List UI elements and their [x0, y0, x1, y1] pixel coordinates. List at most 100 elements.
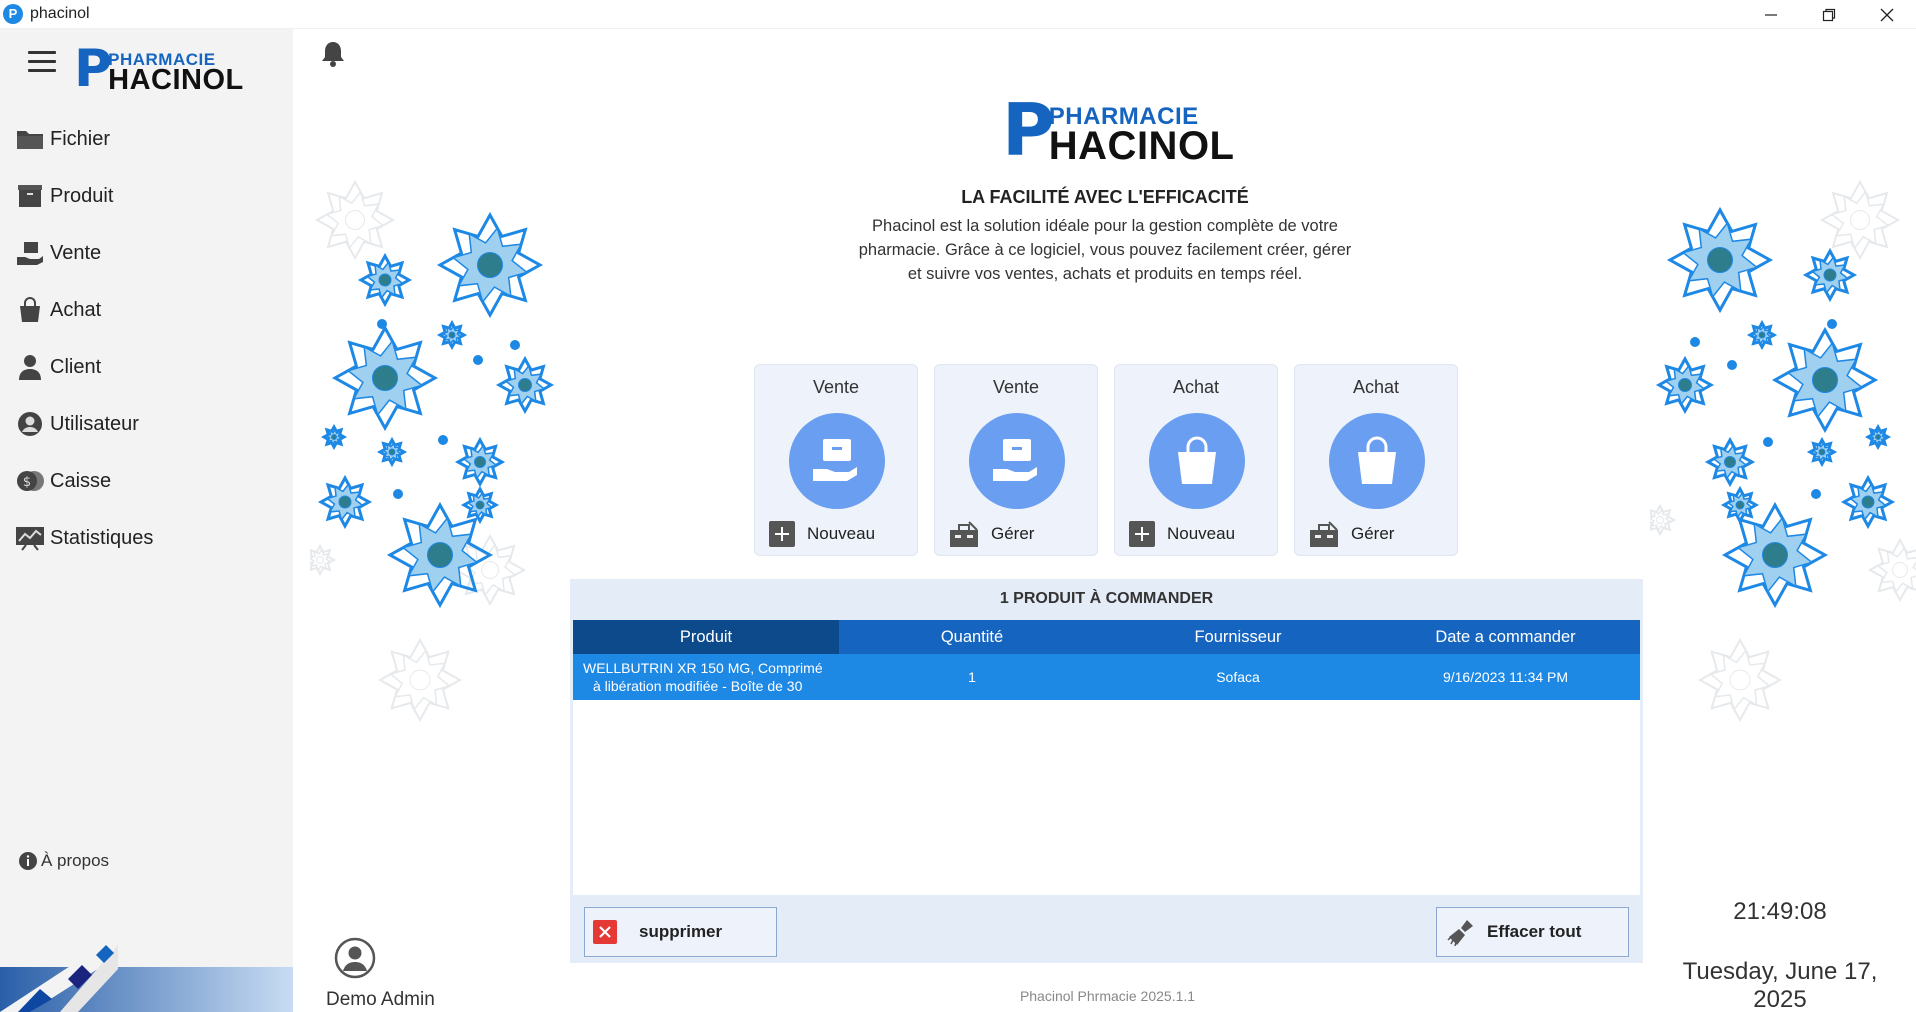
card-vente-nouveau[interactable]: Vente Nouveau [754, 364, 918, 556]
cell-supplier: Sofaca [1216, 669, 1260, 685]
sidebar-item-achat[interactable]: Achat [14, 290, 101, 330]
user-avatar-icon [334, 937, 376, 979]
table-row[interactable]: WELLBUTRIN XR 150 MG, Comprimé à libérat… [573, 654, 1640, 700]
shopping-bag-icon [1149, 413, 1245, 509]
card-action: Gérer [1309, 519, 1394, 549]
ornament-dot [473, 355, 483, 365]
column-header-produit[interactable]: Produit [573, 620, 839, 654]
ornament-dot [393, 489, 403, 499]
ornament-dot [1727, 360, 1737, 370]
close-button[interactable] [1858, 0, 1916, 29]
ornament-star [453, 533, 527, 607]
ornament-star [1746, 319, 1778, 351]
sidebar-decoration [0, 917, 293, 1012]
hand-box-icon [14, 238, 46, 268]
card-action: Nouveau [1129, 519, 1235, 549]
ornament-dot [377, 319, 387, 329]
plus-icon [1129, 521, 1155, 547]
svg-text:$: $ [23, 475, 31, 490]
sidebar: P PHARMACIE HACINOL Fichier Produit Vent… [0, 29, 293, 1012]
card-vente-gerer[interactable]: Vente Gérer [934, 364, 1098, 556]
column-header-date[interactable]: Date a commander [1371, 620, 1640, 654]
ornament-star [1666, 206, 1774, 314]
date: Tuesday, June 17, 2025 [1682, 958, 1878, 1012]
ornament-star [386, 501, 494, 609]
menu-toggle-button[interactable] [28, 51, 56, 73]
column-header-fournisseur[interactable]: Fournisseur [1105, 620, 1371, 654]
restore-button[interactable] [1800, 0, 1858, 29]
bell-icon [322, 42, 344, 67]
close-icon [1880, 8, 1894, 21]
about-link[interactable]: À propos [18, 851, 109, 871]
ornament-star [376, 436, 408, 468]
decorative-ornaments-right [1650, 180, 1916, 723]
ornament-star [436, 211, 544, 319]
toolbox-icon [950, 521, 978, 547]
column-header-quantite[interactable]: Quantité [839, 620, 1105, 654]
ornament-star [1704, 436, 1756, 488]
card-achat-nouveau[interactable]: Achat Nouveau [1114, 364, 1278, 556]
shopping-bag-icon [1329, 413, 1425, 509]
clear-all-button[interactable]: Effacer tout [1436, 907, 1629, 957]
table-header: Produit Quantité Fournisseur Date a comm… [573, 620, 1640, 654]
ornament-star [1802, 247, 1858, 303]
orders-table: Produit Quantité Fournisseur Date a comm… [573, 620, 1640, 895]
sidebar-item-produit[interactable]: Produit [14, 176, 113, 216]
ornament-dot [1811, 489, 1821, 499]
card-achat-gerer[interactable]: Achat Gérer [1294, 364, 1458, 556]
ornament-star [1655, 355, 1715, 415]
ornament-star [495, 355, 555, 415]
broom-icon [1447, 920, 1473, 947]
version-label: Phacinol Phrmacie 2025.1.1 [1019, 988, 1196, 1004]
restore-icon [1822, 8, 1836, 21]
app-icon: P [3, 4, 23, 24]
title-bar: P phacinol [0, 0, 1916, 29]
toolbox-icon [1310, 521, 1338, 547]
sale-icon [789, 413, 885, 509]
sidebar-item-fichier[interactable]: Fichier [14, 119, 110, 159]
minimize-button[interactable] [1742, 0, 1800, 29]
ornament-star [1864, 423, 1892, 451]
ornament-star [331, 324, 439, 432]
sidebar-item-utilisateur[interactable]: Utilisateur [14, 404, 139, 444]
ornament-dot [1827, 319, 1837, 329]
ornament-dot [510, 340, 520, 350]
window-title: phacinol [30, 5, 90, 22]
description: Phacinol est la solution idéale pour la … [858, 217, 1352, 283]
sale-icon [969, 413, 1065, 509]
user-name: Demo Admin [326, 989, 435, 1010]
box-icon [14, 181, 46, 211]
sidebar-logo: P PHARMACIE HACINOL [74, 39, 244, 99]
minimize-icon [1765, 13, 1777, 16]
ornament-star [377, 637, 463, 723]
ornament-dot [1690, 337, 1700, 347]
plus-icon [769, 521, 795, 547]
ornament-dot [1763, 437, 1773, 447]
delete-button[interactable]: supprimer [584, 907, 777, 957]
sidebar-item-vente[interactable]: Vente [14, 233, 101, 273]
cell-date: 9/16/2023 11:34 PM [1442, 669, 1569, 685]
info-icon [19, 852, 37, 870]
notifications-button[interactable] [320, 40, 346, 68]
user-profile[interactable] [328, 937, 418, 979]
ornament-star [1697, 637, 1783, 723]
delete-icon [593, 920, 617, 944]
ornament-star [357, 252, 413, 308]
ornament-star [1720, 485, 1760, 525]
folder-icon [14, 124, 46, 154]
ornament-star [436, 319, 468, 351]
sidebar-item-caisse[interactable]: $ Caisse [14, 461, 111, 501]
card-action: Nouveau [769, 519, 875, 549]
shopping-bag-icon [14, 295, 46, 325]
orders-panel: 1 PRODUIT À COMMANDER Produit Quantité F… [570, 579, 1643, 963]
decorative-ornaments-left [310, 180, 555, 723]
hamburger-icon [28, 51, 56, 54]
tagline: LA FACILITÉ AVEC L'EFFICACITÉ [961, 187, 1249, 207]
ornament-star [454, 436, 506, 488]
ornament-star [460, 485, 500, 525]
clock: 21:49:08 [1733, 898, 1827, 925]
person-icon [14, 352, 46, 382]
sidebar-item-client[interactable]: Client [14, 347, 101, 387]
user-circle-icon [14, 409, 46, 439]
sidebar-item-statistiques[interactable]: Statistiques [14, 518, 153, 558]
